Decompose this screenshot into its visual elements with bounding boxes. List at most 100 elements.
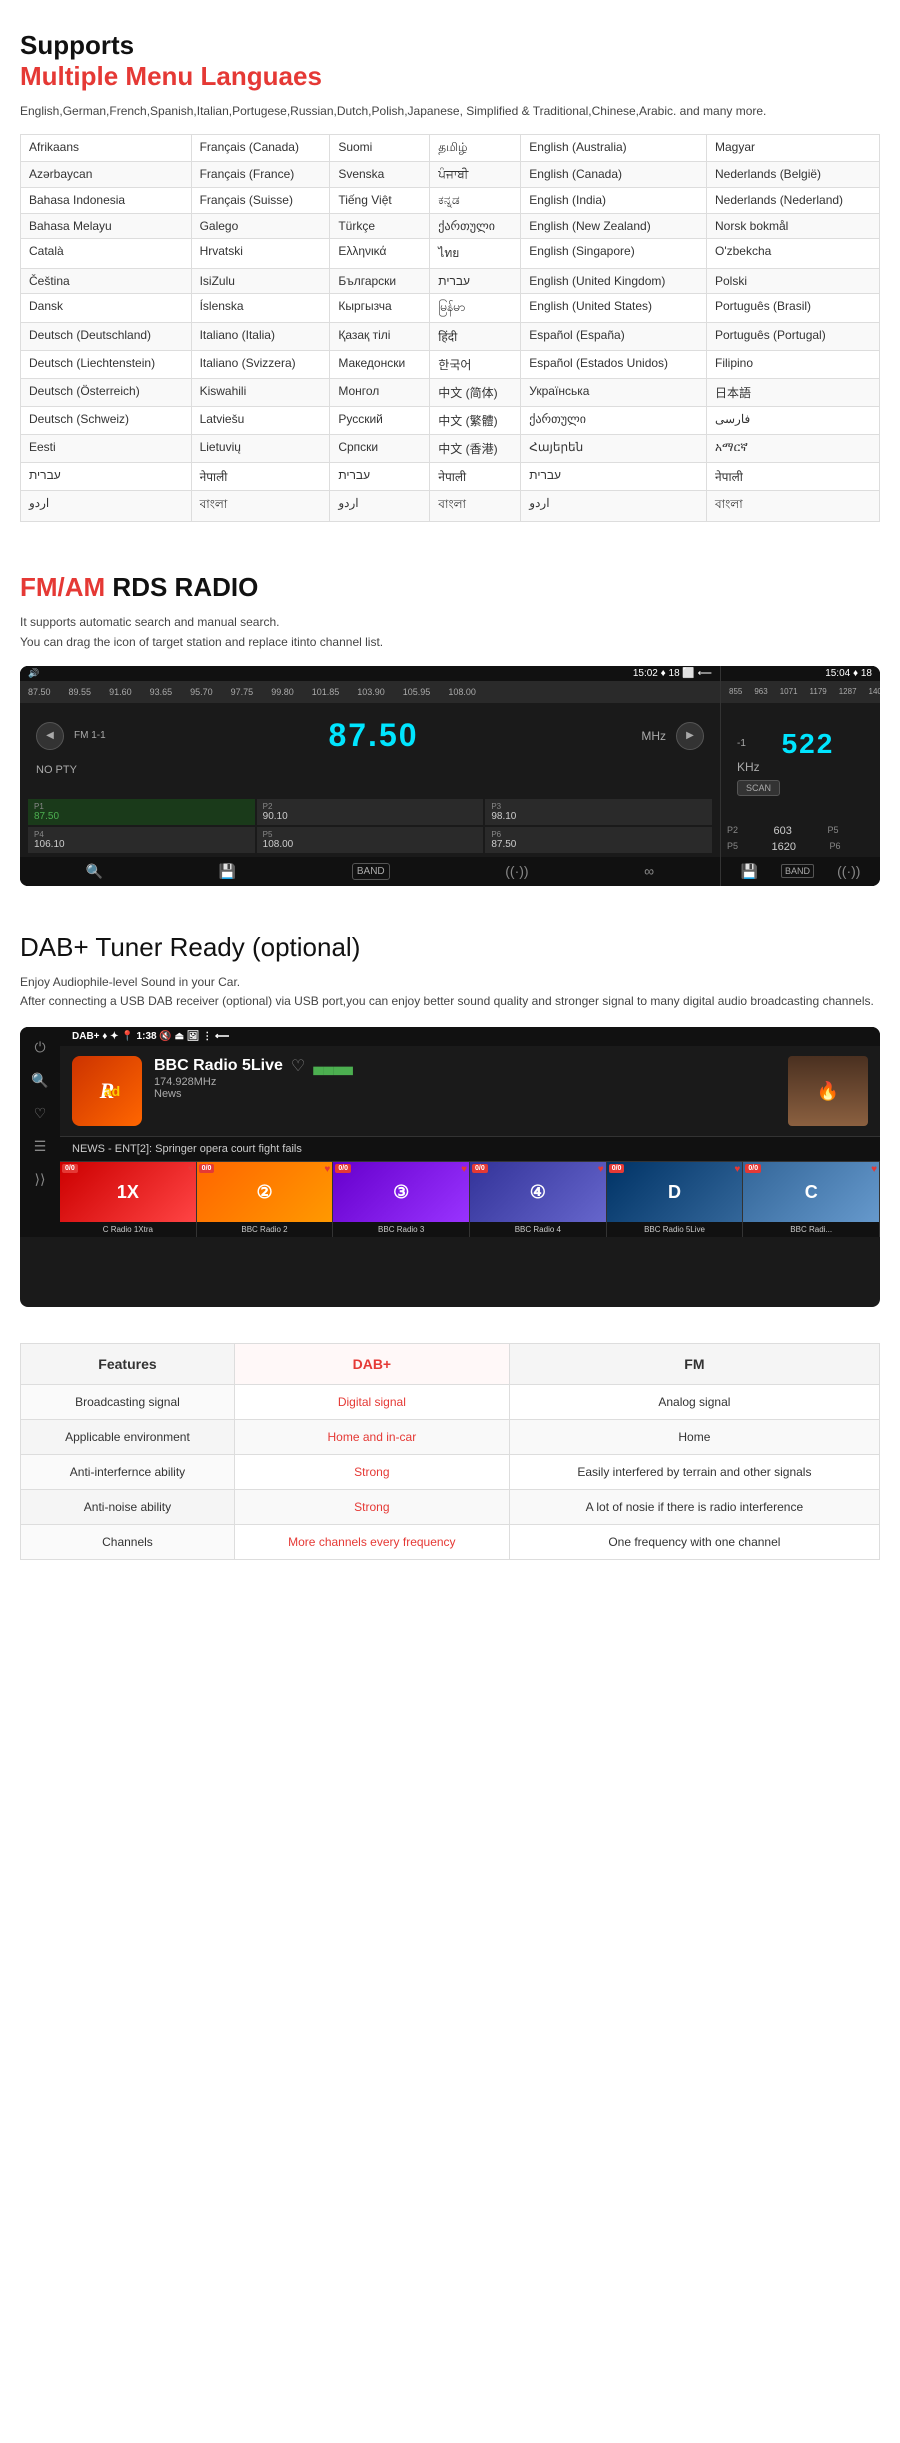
dab-sidebar: ⏻ 🔍 ♡ ☰ ⟩⟩ [20, 1027, 60, 1237]
dab-channel-name: C Radio 1Xtra [60, 1222, 196, 1237]
fm-prev-btn[interactable]: ◀ [36, 722, 64, 750]
lang-cell: Deutsch (Deutschland) [21, 323, 192, 351]
lang-cell: አማርኛ [706, 435, 879, 463]
lang-cell: Português (Portugal) [706, 323, 879, 351]
lang-cell: Español (Estados Unidos) [521, 351, 707, 379]
am-icon-band[interactable]: BAND [781, 864, 814, 878]
lang-cell: Eesti [21, 435, 192, 463]
lang-cell: עברית [330, 463, 430, 491]
dab-full-layout: ⏻ 🔍 ♡ ☰ ⟩⟩ DAB+ ♦ ✦ 📍 1:38 🔇 ⏏ 🖼 ⋮ ⟵ R [20, 1027, 880, 1237]
dab-channel[interactable]: 0/0 1X ♥ C Radio 1Xtra [60, 1162, 197, 1237]
lang-cell: English (United Kingdom) [521, 269, 707, 294]
fm-icon-loop[interactable]: ∞ [644, 863, 654, 879]
lang-cell: 中文 (简体) [430, 379, 521, 407]
comparison-section: Features DAB+ FM Broadcasting signalDigi… [0, 1323, 900, 1580]
dab-power-icon[interactable]: ⏻ [34, 1039, 45, 1056]
fm-preset[interactable]: P290.10 [257, 799, 484, 825]
dab-channel-name: BBC Radio 4 [470, 1222, 606, 1237]
fm-icon-save[interactable]: 💾 [219, 863, 236, 880]
lang-cell: Bahasa Indonesia [21, 188, 192, 214]
lang-cell: O'zbekcha [706, 239, 879, 269]
fm-preset[interactable]: P187.50 [28, 799, 255, 825]
dab-channel-heart-icon[interactable]: ♥ [871, 1164, 877, 1175]
dab-channel-heart-icon[interactable]: ♥ [188, 1164, 194, 1175]
lang-cell: বাংলা [430, 491, 521, 522]
lang-cell: မြန်မာ [430, 294, 521, 323]
lang-cell: Српски [330, 435, 430, 463]
languages-section: Supports Multiple Menu Languaes English,… [0, 0, 900, 542]
lang-cell: বাংলা [706, 491, 879, 522]
lang-cell: עברית [521, 463, 707, 491]
dab-thumbnail-image: 🔥 [788, 1056, 868, 1126]
lang-cell: ไทย [430, 239, 521, 269]
lang-cell: Magyar [706, 135, 879, 162]
languages-description: English,German,French,Spanish,Italian,Po… [20, 104, 880, 118]
radio-title: FM/AM RDS RADIO [20, 572, 880, 603]
am-icon-save[interactable]: 💾 [741, 863, 758, 880]
dab-channel-badge: 0/0 [609, 1164, 625, 1173]
am-icon-cast[interactable]: ((·)) [837, 863, 860, 879]
radio-section: FM/AM RDS RADIO It supports automatic se… [0, 542, 900, 901]
am-statusbar: 15:04 ♦ 18 [721, 666, 880, 681]
fm-unit: MHz [641, 729, 666, 743]
dab-channel[interactable]: 0/0 C ♥ BBC Radi... [743, 1162, 880, 1237]
dab-channel-heart-icon[interactable]: ♥ [734, 1164, 740, 1175]
dab-heart-icon[interactable]: ♡ [34, 1105, 47, 1122]
fm-preset[interactable]: P5108.00 [257, 827, 484, 853]
dab-screenshot: ⏻ 🔍 ♡ ☰ ⟩⟩ DAB+ ♦ ✦ 📍 1:38 🔇 ⏏ 🖼 ⋮ ⟵ R [20, 1027, 880, 1307]
fm-icon-band[interactable]: BAND [352, 863, 390, 880]
am-scan-btn[interactable]: SCAN [737, 780, 780, 796]
lang-cell: ಕನ್ನಡ [430, 188, 521, 214]
fm-next-btn[interactable]: ▶ [676, 722, 704, 750]
lang-cell: Polski [706, 269, 879, 294]
dab-signal-icon: ▄▄▄▄ [313, 1058, 353, 1074]
dab-channel-heart-icon[interactable]: ♥ [324, 1164, 330, 1175]
lang-cell: Dansk [21, 294, 192, 323]
dab-channel[interactable]: 0/0 D ♥ BBC Radio 5Live [607, 1162, 744, 1237]
lang-cell: Nederlands (België) [706, 162, 879, 188]
dab-channel-heart-icon[interactable]: ♥ [598, 1164, 604, 1175]
fm-icon-search[interactable]: 🔍 [86, 863, 103, 880]
dab-search-icon[interactable]: 🔍 [31, 1072, 48, 1089]
lang-cell: ქართული [521, 407, 707, 435]
dab-channel-badge: 0/0 [62, 1164, 78, 1173]
dab-channel[interactable]: 0/0 ② ♥ BBC Radio 2 [197, 1162, 334, 1237]
lang-cell: Bahasa Melayu [21, 214, 192, 239]
fm-panel: 🔊 15:02 ♦ 18 ⬜ ⟵ 87.5089.5591.6093.6595.… [20, 666, 720, 886]
lang-cell: Suomi [330, 135, 430, 162]
lang-cell: Deutsch (Liechtenstein) [21, 351, 192, 379]
am-presets: P2 603 P5 P5 1620 P6 [721, 821, 880, 857]
fm-main-display: ◀ FM 1-1 87.50 MHz ▶ NO PTY [20, 703, 720, 795]
dab-channel[interactable]: 0/0 ④ ♥ BBC Radio 4 [470, 1162, 607, 1237]
lang-cell: Français (France) [191, 162, 330, 188]
lang-cell: Čeština [21, 269, 192, 294]
dab-now-playing: R ad BBC Radio 5Live ♡ ▄▄▄▄ 174.928MHz N… [60, 1046, 880, 1136]
dab-channel-badge: 0/0 [472, 1164, 488, 1173]
dab-channel[interactable]: 0/0 ③ ♥ BBC Radio 3 [333, 1162, 470, 1237]
lang-cell: हिंदी [430, 323, 521, 351]
am-freq-bar: 8559631071117912871404 [721, 681, 880, 703]
dab-news-text: NEWS - ENT[2]: Springer opera court figh… [72, 1143, 302, 1155]
dab-channel-badge: 0/0 [199, 1164, 215, 1173]
dab-station-logo: R ad [72, 1056, 142, 1126]
fm-preset[interactable]: P4106.10 [28, 827, 255, 853]
fm-preset[interactable]: P398.10 [485, 799, 712, 825]
fm-icon-cast[interactable]: ((·)) [505, 863, 528, 879]
compare-cell: Easily interfered by terrain and other s… [509, 1455, 879, 1490]
fm-preset[interactable]: P687.50 [485, 827, 712, 853]
dab-list-icon[interactable]: ☰ [34, 1138, 47, 1155]
dab-channel-heart-icon[interactable]: ♥ [461, 1164, 467, 1175]
am-freq-value: 522 [752, 728, 864, 760]
fm-pty: NO PTY [36, 764, 704, 776]
dab-favorite-icon[interactable]: ♡ [291, 1056, 305, 1076]
fm-ruler: 87.5089.5591.6093.6595.7097.7599.80101.8… [28, 687, 476, 697]
fm-label: FM 1-1 [74, 730, 106, 741]
languages-title-red: Multiple Menu Languaes [20, 61, 880, 92]
compare-cell: A lot of nosie if there is radio interfe… [509, 1490, 879, 1525]
lang-cell: Kiswahili [191, 379, 330, 407]
dab-next-icon[interactable]: ⟩⟩ [35, 1171, 46, 1188]
dab-thumbnail: 🔥 [788, 1056, 868, 1126]
lang-cell: Nederlands (Nederland) [706, 188, 879, 214]
am-bottom-bar: 💾 BAND ((·)) [721, 857, 880, 886]
dab-news-bar: NEWS - ENT[2]: Springer opera court figh… [60, 1136, 880, 1161]
